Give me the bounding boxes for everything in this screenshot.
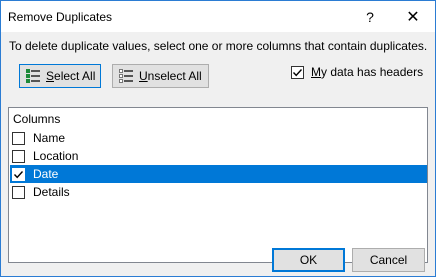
column-checkbox-date[interactable] — [12, 167, 25, 181]
column-item-date[interactable]: Date — [10, 165, 427, 183]
title-bar: Remove Duplicates ? ✕ — [1, 1, 435, 32]
my-data-has-headers-checkbox[interactable]: My data has headers — [291, 65, 423, 79]
check-icon — [292, 68, 303, 76]
unselect-all-icon — [119, 69, 133, 83]
help-icon[interactable]: ? — [355, 1, 385, 32]
column-item-details[interactable]: Details — [10, 183, 427, 201]
column-checkbox-name[interactable] — [12, 131, 25, 145]
columns-list-header: Columns — [13, 112, 61, 126]
column-label-date: Date — [33, 167, 59, 181]
column-item-location[interactable]: Location — [10, 147, 427, 165]
column-label-name: Name — [33, 131, 66, 145]
close-icon[interactable]: ✕ — [398, 1, 428, 32]
select-all-button[interactable]: Select All — [19, 64, 101, 88]
unselect-all-label: Unselect All — [139, 69, 202, 83]
dialog-body: To delete duplicate values, select one o… — [1, 32, 435, 276]
select-all-label: Select All — [46, 69, 96, 83]
unselect-all-button[interactable]: Unselect All — [112, 64, 209, 88]
cancel-button[interactable]: Cancel — [352, 248, 425, 272]
column-label-location: Location — [33, 149, 79, 163]
remove-duplicates-dialog: Remove Duplicates ? ✕ To delete duplicat… — [0, 0, 436, 277]
select-all-icon — [26, 69, 40, 83]
column-label-details: Details — [33, 185, 70, 199]
dialog-title: Remove Duplicates — [8, 10, 113, 24]
ok-button[interactable]: OK — [272, 248, 345, 272]
check-icon — [13, 170, 24, 178]
instruction-text: To delete duplicate values, select one o… — [9, 39, 428, 53]
column-checkbox-location[interactable] — [12, 149, 25, 163]
headers-checkbox-box[interactable] — [291, 65, 304, 79]
headers-checkbox-label: My data has headers — [311, 65, 424, 79]
column-checkbox-details[interactable] — [12, 185, 25, 199]
column-item-name[interactable]: Name — [10, 129, 427, 147]
columns-list[interactable]: Columns Name Location Date Details — [8, 107, 428, 263]
